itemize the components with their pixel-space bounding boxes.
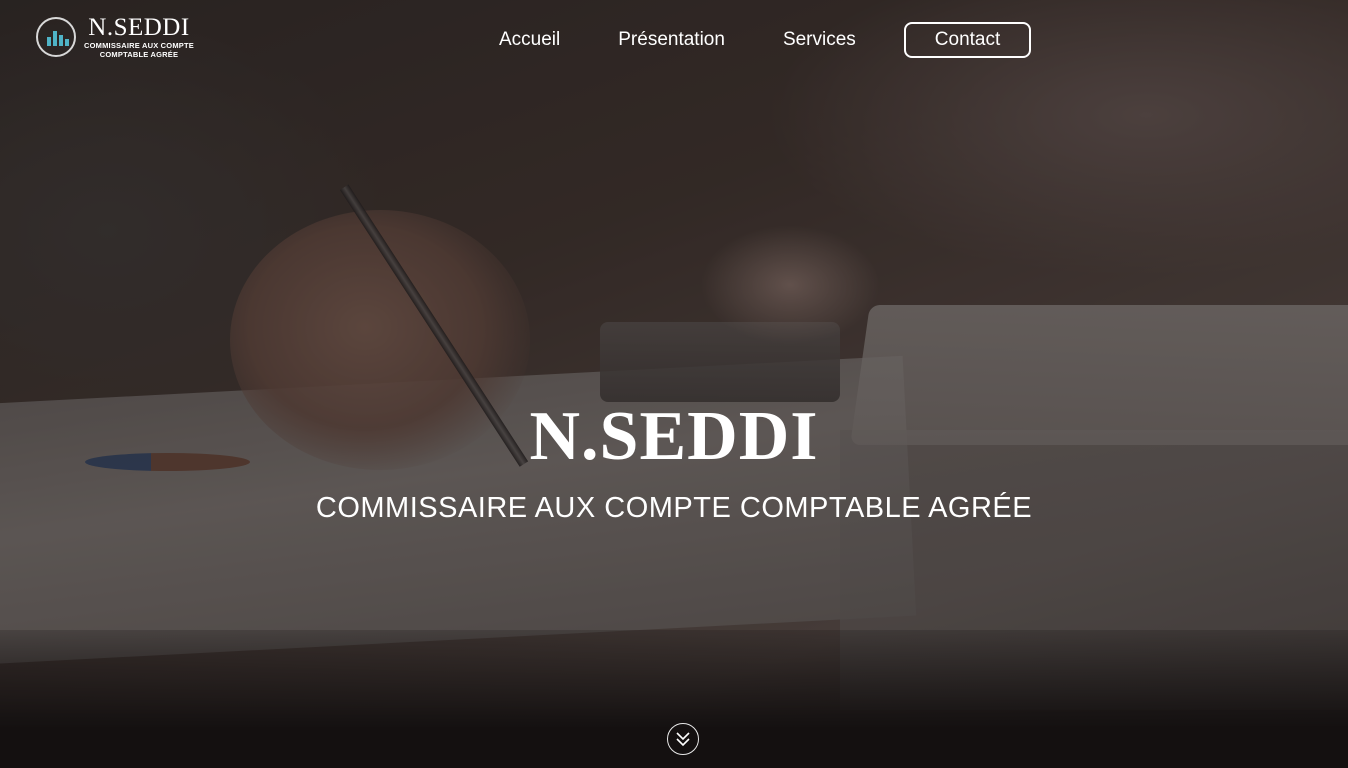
logo-text: N.SEDDI COMMISSAIRE AUX COMPTE COMPTABLE… [84, 14, 194, 59]
main-nav: Accueil Présentation Services Contact [470, 22, 1032, 58]
scroll-down-button[interactable] [667, 723, 699, 755]
nav-item-accueil[interactable]: Accueil [470, 22, 589, 58]
nav-item-services[interactable]: Services [754, 22, 885, 58]
site-header: N.SEDDI COMMISSAIRE AUX COMPTE COMPTABLE… [0, 0, 1348, 80]
dark-overlay [0, 0, 1348, 768]
nav-item-presentation[interactable]: Présentation [589, 22, 754, 58]
hero-subtitle: COMMISSAIRE AUX COMPTE COMPTABLE AGRÉE [315, 492, 1033, 524]
bar-chart-circle-icon [36, 16, 76, 57]
contact-button[interactable]: Contact [903, 22, 1032, 58]
logo-tagline-line2: COMPTABLE AGRÉE [99, 50, 179, 59]
logo-tagline-line1: COMMISSAIRE AUX COMPTE [84, 41, 194, 50]
hero-title: N.SEDDI [529, 398, 819, 475]
site-logo[interactable]: N.SEDDI COMMISSAIRE AUX COMPTE COMPTABLE… [36, 14, 194, 59]
hero-background-image [0, 0, 1348, 768]
double-chevron-down-icon [676, 732, 690, 747]
logo-name: N.SEDDI [88, 14, 190, 41]
